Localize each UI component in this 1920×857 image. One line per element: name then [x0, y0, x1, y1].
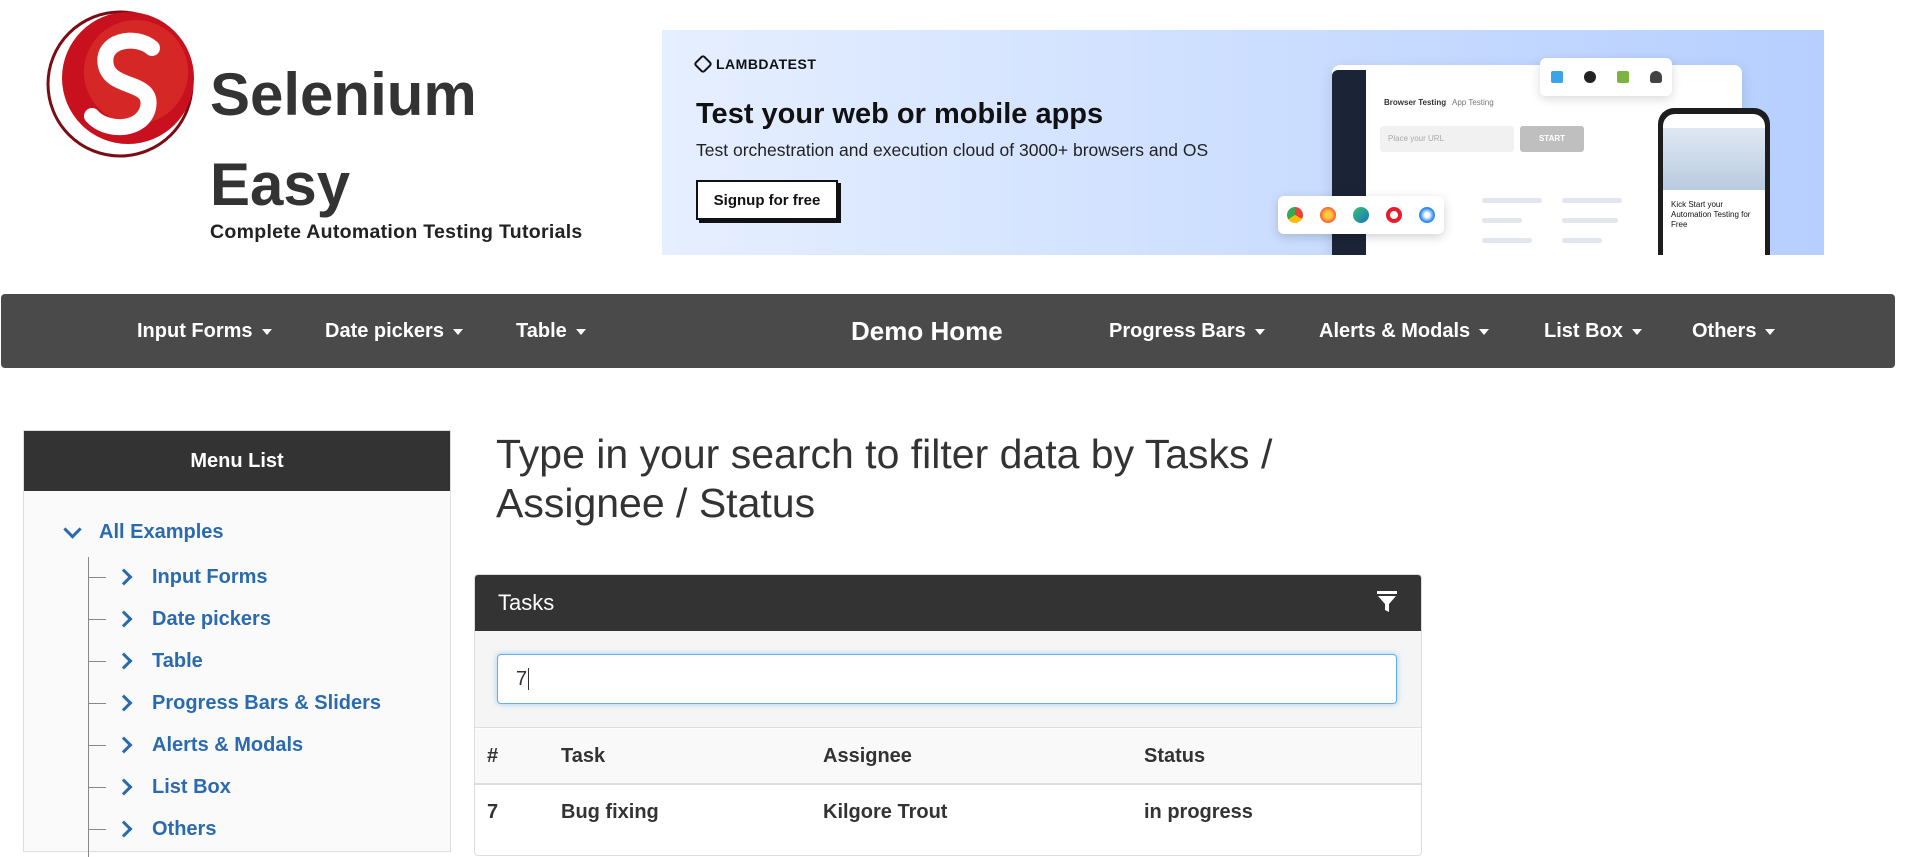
caret-down-icon	[452, 329, 463, 335]
tree-item-label: Alerts & Modals	[152, 733, 304, 756]
edge-icon	[1352, 207, 1369, 223]
nav-date-pickers[interactable]: Date pickers	[325, 294, 463, 368]
ad-logo: LAMBDATEST	[693, 54, 817, 74]
ad-signup-button[interactable]: Signup for free	[696, 180, 838, 220]
ad-headline: Test your web or mobile apps	[696, 98, 1104, 130]
linux-icon	[1649, 71, 1662, 83]
tree-all-examples-label: All Examples	[99, 521, 224, 543]
tree-item-label: Progress Bars & Sliders	[152, 691, 381, 714]
cell-task: Bug fixing	[561, 801, 659, 823]
site-logo[interactable]: Selenium Easy Complete Automation Testin…	[44, 8, 604, 248]
caret-down-icon	[1631, 329, 1642, 335]
ad-logo-text: LAMBDATEST	[716, 56, 817, 72]
firefox-icon	[1319, 207, 1336, 223]
ad-phone-text: Kick Start your Automation Testing for F…	[1671, 200, 1751, 229]
ad-mockup-tab-browser: Browser Testing	[1384, 98, 1447, 107]
tasks-panel: Tasks 7 # Task Assignee Status 7 Bug fix…	[474, 574, 1422, 856]
tree-all-examples[interactable]: All Examples	[63, 520, 224, 544]
caret-down-icon	[1254, 329, 1265, 335]
tree-item-label: List Box	[152, 775, 231, 798]
ad-mockup-browser-icons	[1278, 196, 1444, 234]
caret-down-icon	[1765, 329, 1776, 335]
chevron-down-icon	[63, 520, 82, 539]
site-subtitle: Complete Automation Testing Tutorials	[210, 221, 583, 243]
column-header-assignee: Assignee	[823, 745, 912, 767]
ad-mockup-url: Place your URL	[1380, 126, 1514, 152]
tree-item-label: Others	[152, 817, 217, 840]
task-search-value: 7	[516, 667, 528, 690]
tree-item-label: Input Forms	[152, 565, 268, 588]
safari-icon	[1419, 207, 1436, 223]
nav-table[interactable]: Table	[516, 294, 586, 368]
page-title: Type in your search to filter data by Ta…	[496, 431, 1273, 526]
nav-alerts-modals[interactable]: Alerts & Modals	[1319, 294, 1490, 368]
text-cursor	[528, 668, 530, 690]
ad-mockup-lines	[1482, 198, 1662, 255]
apple-icon	[1583, 71, 1596, 83]
column-header-task: Task	[561, 745, 606, 767]
nav-date-pickers-label: Date pickers	[325, 319, 444, 342]
chrome-icon	[1286, 207, 1303, 223]
menu-list-heading: Menu List	[24, 431, 450, 491]
nav-input-forms-label: Input Forms	[137, 319, 253, 342]
caret-down-icon	[575, 329, 586, 335]
chevron-right-icon	[115, 694, 133, 712]
nav-progress-bars[interactable]: Progress Bars	[1109, 294, 1265, 368]
cell-status: in progress	[1144, 801, 1253, 823]
tree-item-alerts-modals[interactable]: Alerts & Modals	[88, 730, 303, 760]
column-header-number: #	[487, 745, 499, 767]
main-navbar: Input Forms Date pickers Table Demo Home…	[1, 294, 1895, 368]
android-icon	[1616, 71, 1629, 83]
ad-subline: Test orchestration and execution cloud o…	[696, 140, 1209, 160]
nav-others-label: Others	[1692, 319, 1757, 342]
chevron-right-icon	[115, 778, 133, 796]
chevron-right-icon	[115, 736, 133, 754]
tree-item-others[interactable]: Others	[88, 814, 216, 844]
task-search-input[interactable]: 7	[497, 654, 1397, 704]
chevron-right-icon	[115, 610, 133, 628]
tree-item-date-pickers[interactable]: Date pickers	[88, 604, 271, 634]
lambdatest-ad-banner[interactable]: LAMBDATEST Test your web or mobile apps …	[662, 30, 1824, 255]
filter-icon	[1377, 591, 1397, 612]
chevron-right-icon	[115, 820, 133, 838]
ad-phone-illustration	[1663, 128, 1765, 190]
ad-mockup-os-icons	[1540, 58, 1672, 96]
selenium-logo-icon	[46, 10, 194, 158]
table-row: 7 Bug fixing Kilgore Trout in progress	[475, 785, 1421, 839]
opera-icon	[1386, 207, 1403, 223]
tree-item-label: Table	[152, 649, 203, 672]
nav-demo-home[interactable]: Demo Home	[851, 294, 1003, 368]
nav-input-forms[interactable]: Input Forms	[137, 294, 272, 368]
windows-icon	[1550, 71, 1563, 83]
tasks-panel-title: Tasks	[498, 590, 555, 615]
lambdatest-logo-icon	[693, 54, 713, 74]
chevron-right-icon	[115, 568, 133, 586]
ad-mockup-start: START	[1520, 126, 1584, 152]
filter-button[interactable]	[1373, 588, 1401, 616]
cell-assignee: Kilgore Trout	[823, 801, 948, 823]
tree-item-label: Date pickers	[152, 607, 271, 630]
tasks-panel-header: Tasks	[475, 575, 1421, 631]
chevron-right-icon	[115, 652, 133, 670]
column-header-status: Status	[1144, 745, 1206, 767]
nav-others[interactable]: Others	[1692, 294, 1776, 368]
tree-item-input-forms[interactable]: Input Forms	[88, 562, 268, 592]
tree-item-list-box[interactable]: List Box	[88, 772, 231, 802]
nav-progress-bars-label: Progress Bars	[1109, 319, 1246, 342]
nav-alerts-modals-label: Alerts & Modals	[1319, 319, 1471, 342]
menu-list-sidebar: Menu List All Examples Input Forms Date …	[23, 430, 451, 857]
site-title: Selenium Easy	[210, 61, 477, 218]
caret-down-icon	[1479, 329, 1490, 335]
ad-mockup-tab-app: App Testing	[1452, 98, 1494, 107]
tree-item-progress-bars[interactable]: Progress Bars & Sliders	[88, 688, 381, 718]
table-header-row: # Task Assignee Status	[475, 729, 1421, 785]
nav-list-box[interactable]: List Box	[1544, 294, 1642, 368]
cell-number: 7	[487, 801, 499, 823]
caret-down-icon	[261, 329, 272, 335]
nav-table-label: Table	[516, 319, 567, 342]
ad-phone-mockup: Kick Start your Automation Testing for F…	[1658, 108, 1770, 255]
nav-list-box-label: List Box	[1544, 319, 1623, 342]
tree-item-table[interactable]: Table	[88, 646, 203, 676]
